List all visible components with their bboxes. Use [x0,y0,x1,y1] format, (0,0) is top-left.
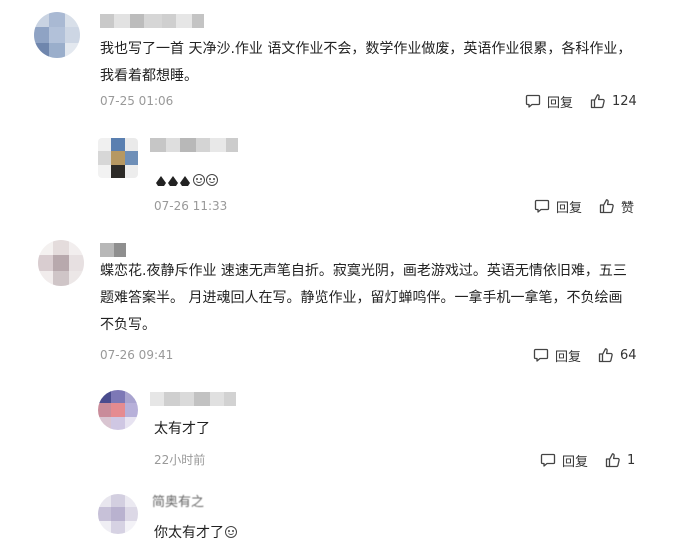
avatar[interactable] [34,12,80,58]
comment-text-line: 题难答案半。 月进魂回人在写。静览作业，留灯蝉鸣伴。一拿手机一拿笔，不负绘画 [100,290,623,306]
comment-emoji-row [156,170,218,186]
comment-time: 07-25 01:06 [100,94,174,108]
pointing-hand-emoji-icon [180,176,190,186]
comment-bubble-icon [534,199,550,213]
thumbs-up-icon [590,94,605,109]
like-button[interactable]: 124 [590,92,637,110]
comment-text: 你太有才了 [154,520,237,547]
comment-text: 蝶恋花.夜静斥作业 速速无声笔自折。寂寞光阴，画老游戏过。英语无情依旧难，五三 … [100,258,627,339]
reply-label: 回复 [556,200,583,216]
comment-bubble-icon [525,94,541,108]
reply-label: 回复 [547,95,574,111]
reply-button[interactable]: 回复 [540,451,589,470]
comment-text-line: 我看着都想睡。 [100,68,198,84]
username-blurred[interactable] [150,138,238,152]
reply-button[interactable]: 回复 [525,92,574,111]
thumbs-up-icon [605,453,620,468]
comment-text: 太有才了 [154,421,210,437]
avatar[interactable] [98,138,138,178]
reply-button[interactable]: 回复 [534,197,583,216]
comment-text-content: 你太有才了 [154,525,224,541]
like-label: 赞 [621,200,635,216]
like-count: 124 [612,93,637,109]
smile-emoji-icon [206,174,218,186]
reply-button[interactable]: 回复 [533,346,582,365]
pointing-hand-emoji-icon [168,176,178,186]
avatar[interactable] [38,240,84,286]
thumbs-up-icon [598,348,613,363]
like-button[interactable]: 1 [605,451,635,469]
like-button[interactable]: 64 [598,346,637,364]
username-blurred[interactable] [150,392,236,406]
comment-text-line: 蝶恋花.夜静斥作业 速速无声笔自折。寂寞光阴，画老游戏过。英语无情依旧难，五三 [100,263,627,279]
reply-label: 回复 [555,349,582,365]
comment-bubble-icon [540,453,556,467]
reply-label: 回复 [562,454,589,470]
comment-text-line: 不负写。 [100,317,156,333]
comment-time: 07-26 09:41 [100,348,174,362]
username-blurred[interactable] [100,14,204,28]
username-blurred[interactable]: 简奥有之 [152,496,204,510]
comment-text-line: 我也写了一首 天净沙.作业 语文作业不会，数学作业做废，英语作业很累，各科作业， [100,41,632,57]
comment-time: 22小时前 [154,453,206,467]
avatar[interactable] [98,390,138,430]
comment-time: 07-26 11:33 [154,199,228,213]
thumbs-up-icon [599,199,614,214]
like-button[interactable]: 赞 [599,197,635,216]
smile-emoji-icon [225,526,237,538]
like-count: 64 [620,347,637,363]
username-blurred[interactable] [100,243,126,257]
avatar[interactable] [98,494,138,534]
comment-text: 我也写了一首 天净沙.作业 语文作业不会，数学作业做废，英语作业很累，各科作业，… [100,36,631,90]
smile-emoji-icon [193,174,205,186]
comment-bubble-icon [533,348,549,362]
pointing-hand-emoji-icon [156,176,166,186]
like-count: 1 [627,452,636,468]
